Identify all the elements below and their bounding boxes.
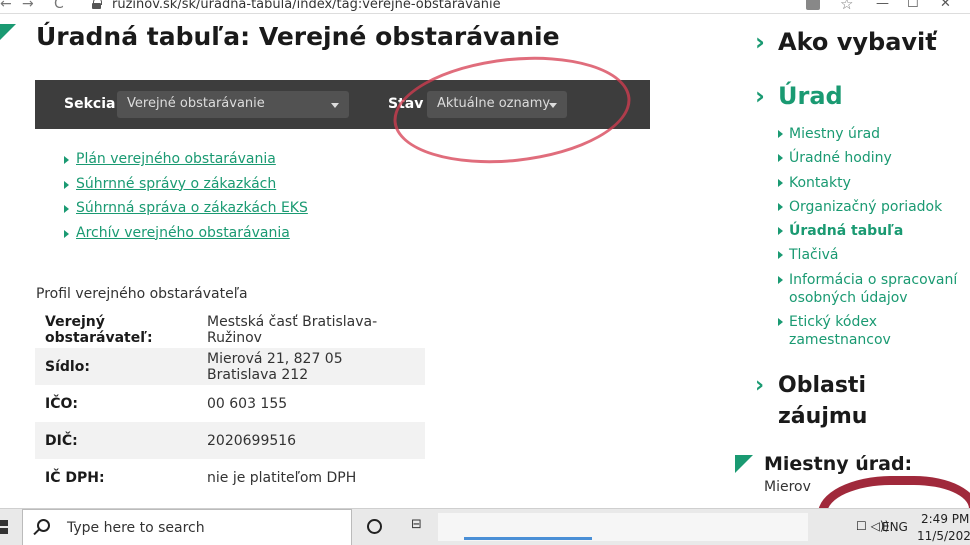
sidebar-item-eticky-kodex[interactable]: Etický kódex zamestnancov [778, 313, 968, 349]
sidebar-item-uradne-hodiny[interactable]: Úradné hodiny [778, 149, 968, 167]
list-item: Súhrnné správy o zákazkách [64, 176, 308, 201]
back-icon[interactable]: ← [0, 0, 12, 12]
link-summary-eks[interactable]: Súhrnná správa o zákazkách EKS [76, 200, 308, 216]
red-circle-annotation [388, 45, 636, 175]
sidebar-section-label: Oblasti [778, 373, 866, 398]
sidebar-item-spracovanie-udajov[interactable]: Informácia o spracovaní osobných údajov [778, 271, 968, 307]
language-indicator[interactable]: ENG [882, 520, 908, 534]
profile-heading: Profil verejného obstarávateľa [36, 286, 248, 302]
sidebar-item-uradna-tabula[interactable]: Úradná tabuľa [778, 222, 968, 240]
chevron-right-icon: › [755, 82, 765, 110]
taskbar-search-input[interactable]: Type here to search [22, 509, 352, 545]
section-filter-label: Sekcia [64, 96, 116, 112]
taskbar: Type here to search ⊟ ☐ ◁)) ENG 2:49 PM … [0, 508, 970, 545]
table-row: Verejný obstarávateľ: Mestská časť Brati… [35, 311, 425, 348]
browser-toolbar: ← → C ruzinov.sk/sk/uradna-tabula/index/… [0, 0, 970, 14]
active-app-indicator [546, 537, 592, 540]
chevron-right-icon: › [755, 373, 765, 398]
lock-icon[interactable] [92, 0, 102, 9]
table-key: Verejný obstarávateľ: [45, 313, 153, 346]
table-value: Mestská časť Bratislava-Ružinov [207, 313, 378, 346]
bookmark-star-icon[interactable]: ☆ [840, 0, 853, 13]
sidebar-section-label: Ako vybaviť [778, 28, 937, 56]
sidebar-section-label: Úrad [778, 82, 843, 110]
sidebar-menu: Miestny úrad Úradné hodiny Kontakty Orga… [778, 125, 968, 355]
table-key: IČO: [45, 395, 78, 412]
table-row: DIČ: 2020699516 [35, 422, 425, 459]
table-row: Sídlo: Mierová 21, 827 05 Bratislava 212 [35, 348, 425, 385]
sidebar-section-oblasti-zaujmu[interactable]: › Oblasti záujmu [755, 370, 867, 432]
chevron-right-icon: › [755, 28, 765, 56]
screen: ← → C ruzinov.sk/sk/uradna-tabula/index/… [0, 0, 970, 545]
table-value: 00 603 155 [207, 395, 288, 412]
clock-time[interactable]: 2:49 PM [921, 512, 969, 526]
close-icon[interactable]: ✕ [940, 0, 951, 11]
section-select-value: Verejné obstarávanie [127, 96, 265, 111]
taskbar-apps [438, 513, 808, 541]
search-icon [37, 519, 50, 532]
miestny-urad-address: Mierov [764, 479, 811, 495]
sidebar-item-organizacny-poriadok[interactable]: Organizačný poriadok [778, 198, 968, 216]
corner-triangle-icon [0, 24, 16, 40]
table-value: nie je platiteľom DPH [207, 469, 357, 486]
task-view-icon[interactable]: ⊟ [411, 517, 422, 532]
sidebar-item-kontakty[interactable]: Kontakty [778, 174, 968, 192]
cortana-icon[interactable] [367, 519, 382, 534]
link-summary-reports[interactable]: Súhrnné správy o zákazkách [76, 176, 276, 192]
search-placeholder: Type here to search [67, 520, 205, 536]
corner-triangle-icon [735, 455, 753, 473]
profile-table: Verejný obstarávateľ: Mestská časť Brati… [35, 311, 425, 496]
sidebar-item-miestny-urad[interactable]: Miestny úrad [778, 125, 968, 143]
table-value: 2020699516 [197, 422, 425, 459]
active-app-indicator [498, 537, 548, 540]
address-bar[interactable]: ruzinov.sk/sk/uradna-tabula/index/tag:ve… [112, 0, 501, 12]
maximize-icon[interactable]: ☐ [907, 0, 919, 11]
sidebar-item-tlaciva[interactable]: Tlačivá [778, 246, 968, 264]
list-item: Plán verejného obstarávania [64, 151, 308, 176]
list-item: Archív verejného obstarávania [64, 225, 308, 250]
table-key: Sídlo: [35, 348, 197, 385]
minimize-icon[interactable]: — [876, 0, 889, 11]
table-key: IČ DPH: [45, 469, 105, 486]
table-row: IČ DPH: nie je platiteľom DPH [35, 459, 425, 496]
translate-icon[interactable] [806, 0, 820, 10]
clock-date[interactable]: 11/5/2020 [917, 529, 970, 543]
sidebar-section-urad[interactable]: › Úrad [755, 82, 843, 110]
procurement-links: Plán verejného obstarávania Súhrnné sprá… [64, 151, 308, 249]
sidebar-section-label: záujmu [778, 404, 868, 429]
table-value: Mierová 21, 827 05 Bratislava 212 [197, 348, 425, 385]
miestny-urad-title: Miestny úrad: [764, 453, 913, 475]
chevron-down-icon [331, 103, 339, 108]
reload-icon[interactable]: C [54, 0, 64, 12]
link-plan[interactable]: Plán verejného obstarávania [76, 151, 276, 167]
windows-start-icon[interactable] [0, 520, 8, 534]
list-item: Súhrnná správa o zákazkách EKS [64, 200, 308, 225]
table-row: IČO: 00 603 155 [35, 385, 425, 422]
section-select[interactable]: Verejné obstarávanie [117, 91, 349, 118]
forward-icon[interactable]: → [22, 0, 34, 12]
table-key: DIČ: [35, 422, 197, 459]
link-archive[interactable]: Archív verejného obstarávania [76, 225, 290, 241]
page-title: Úradná tabuľa: Verejné obstarávanie [36, 22, 560, 51]
sidebar-section-ako-vybavit[interactable]: › Ako vybaviť [755, 28, 937, 56]
